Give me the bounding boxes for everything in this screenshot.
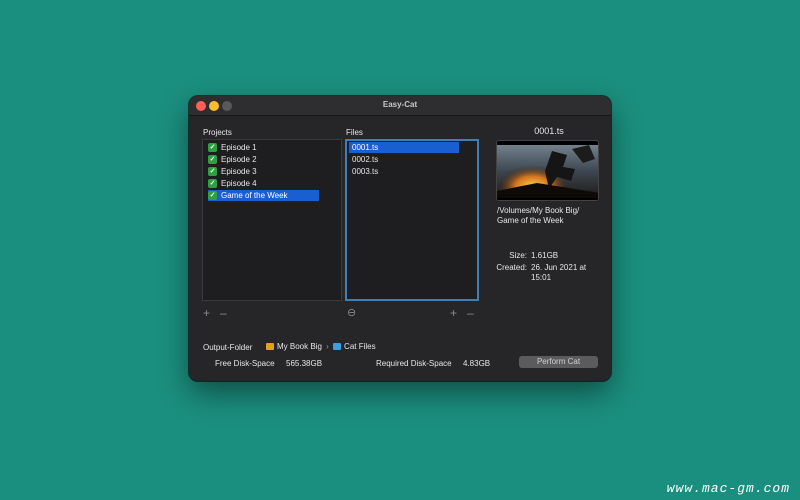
required-disk-space-label: Required Disk-Space: [376, 359, 452, 368]
add-project-button[interactable]: +: [203, 307, 210, 319]
checkbox-checked-icon[interactable]: ✓: [208, 143, 217, 152]
checkbox-checked-icon[interactable]: ✓: [208, 155, 217, 164]
project-item-label: Episode 2: [221, 155, 257, 164]
created-value-line-1: 26. Jun 2021 at: [531, 263, 587, 272]
path-separator: ›: [326, 342, 329, 351]
size-value: 1.61GB: [531, 251, 559, 260]
output-path-part-1[interactable]: My Book Big: [277, 342, 322, 351]
free-disk-space-value: 565.38GB: [286, 359, 323, 368]
file-path: /Volumes/My Book Big/ Game of the Week: [497, 206, 597, 226]
file-item-0001[interactable]: 0001.ts: [349, 142, 459, 153]
projects-label: Projects: [203, 128, 232, 137]
remove-project-button[interactable]: –: [220, 307, 227, 319]
created-label: Created:: [496, 263, 527, 272]
size-label: Size:: [509, 251, 527, 260]
output-folder-path[interactable]: My Book Big › Cat Files: [266, 342, 376, 351]
created-value-line-2: 15:01: [531, 273, 552, 282]
remove-file-button[interactable]: –: [467, 307, 474, 319]
folder-icon: [333, 343, 342, 350]
window-title: Easy-Cat: [382, 100, 418, 109]
output-path-part-2[interactable]: Cat Files: [344, 342, 376, 351]
files-label: Files: [346, 128, 363, 137]
file-item-0002[interactable]: 0002.ts: [349, 154, 459, 165]
files-list[interactable]: 0001.ts 0002.ts 0003.ts: [345, 139, 479, 301]
preview-file-title: 0001.ts: [534, 126, 564, 136]
project-item-label: Episode 4: [221, 179, 257, 188]
file-path-line-1: /Volumes/My Book Big/: [497, 206, 580, 215]
project-item-label: Episode 1: [221, 143, 257, 152]
checkbox-checked-icon[interactable]: ✓: [208, 179, 217, 188]
minus-circle-icon[interactable]: ⊖: [347, 307, 356, 319]
project-item-label: Game of the Week: [221, 191, 288, 200]
watermark-text: www.mac-gm.com: [666, 481, 790, 496]
project-item-episode-3[interactable]: ✓ Episode 3: [208, 166, 318, 177]
titlebar[interactable]: Easy-Cat: [189, 96, 611, 116]
output-folder-label: Output-Folder: [203, 343, 253, 352]
project-item-episode-1[interactable]: ✓ Episode 1: [208, 142, 318, 153]
video-thumbnail: [496, 140, 599, 201]
drive-icon: [266, 343, 274, 350]
project-item-game-of-the-week[interactable]: ✓ Game of the Week: [208, 190, 319, 201]
projects-list[interactable]: ✓ Episode 1 ✓ Episode 2 ✓ Episode 3 ✓ Ep…: [202, 139, 342, 301]
checkbox-checked-icon[interactable]: ✓: [208, 191, 217, 200]
project-item-episode-4[interactable]: ✓ Episode 4: [208, 178, 318, 189]
required-disk-space-value: 4.83GB: [463, 359, 491, 368]
project-item-label: Episode 3: [221, 167, 257, 176]
add-file-button[interactable]: +: [450, 307, 457, 319]
created-value: 26. Jun 2021 at 15:01: [531, 263, 601, 283]
project-item-episode-2[interactable]: ✓ Episode 2: [208, 154, 318, 165]
free-disk-space-label: Free Disk-Space: [215, 359, 275, 368]
easy-cat-window: Easy-Cat Projects ✓ Episode 1 ✓ Episode …: [189, 96, 611, 381]
perform-cat-button[interactable]: Perform Cat: [519, 356, 598, 368]
game-scene-image: [497, 141, 598, 200]
checkbox-checked-icon[interactable]: ✓: [208, 167, 217, 176]
file-path-line-2: Game of the Week: [497, 216, 564, 225]
file-item-0003[interactable]: 0003.ts: [349, 166, 459, 177]
